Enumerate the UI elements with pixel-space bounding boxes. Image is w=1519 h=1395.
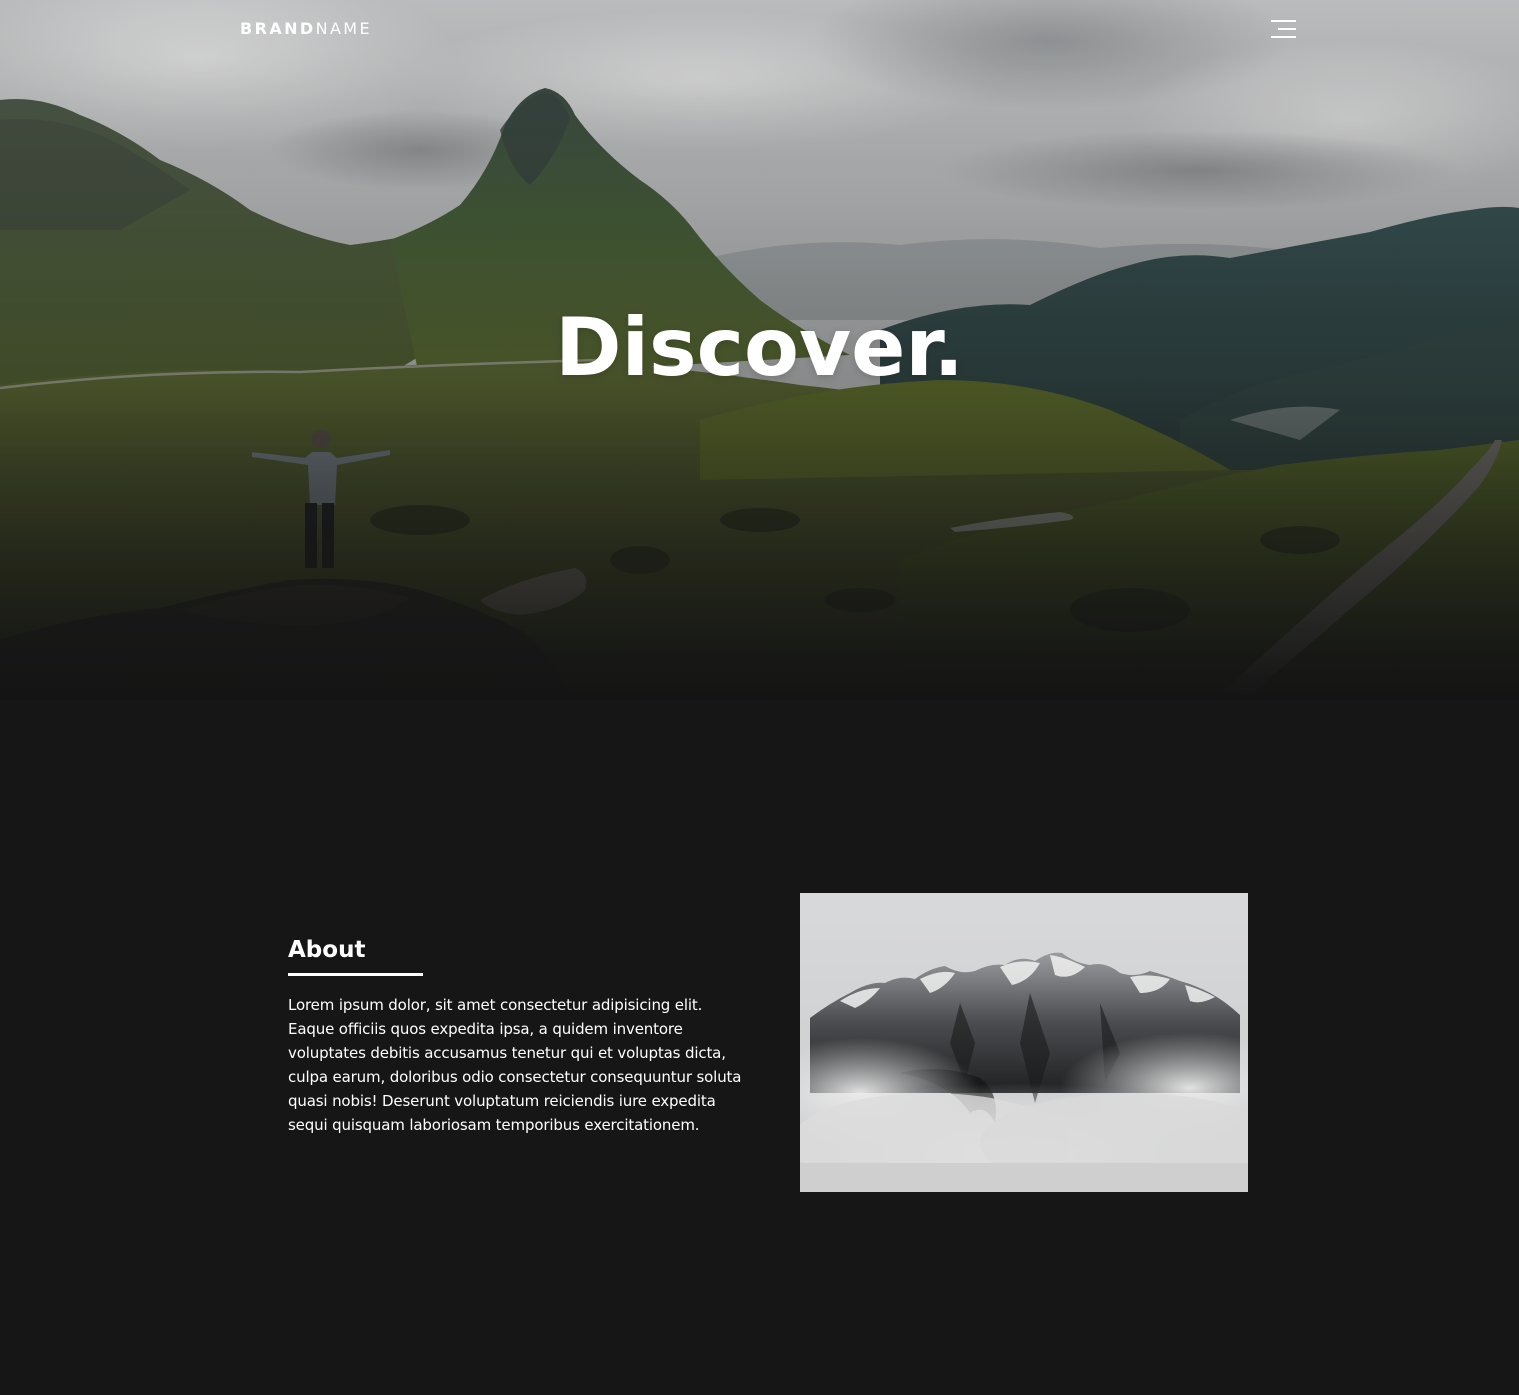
menu-line-bottom (1271, 36, 1296, 38)
hamburger-menu-icon[interactable] (1268, 17, 1298, 41)
about-mountain-image (800, 893, 1248, 1192)
heading-underline (288, 973, 423, 976)
hero-section: BRANDNAME Discover. (0, 0, 1519, 700)
about-heading: About (288, 937, 366, 963)
hero-title: Discover. (555, 301, 964, 394)
brand-light-text: NAME (315, 19, 373, 38)
navbar: BRANDNAME (0, 0, 1519, 58)
brand-bold-text: BRAND (240, 19, 316, 38)
about-body-text: Lorem ipsum dolor, sit amet consectetur … (288, 996, 742, 1134)
about-text-block: About Lorem ipsum dolor, sit amet consec… (288, 935, 748, 1137)
menu-line-top (1271, 20, 1296, 22)
about-section: About Lorem ipsum dolor, sit amet consec… (0, 700, 1519, 1395)
brand-logo[interactable]: BRANDNAME (240, 19, 372, 39)
menu-line-middle (1278, 28, 1296, 30)
